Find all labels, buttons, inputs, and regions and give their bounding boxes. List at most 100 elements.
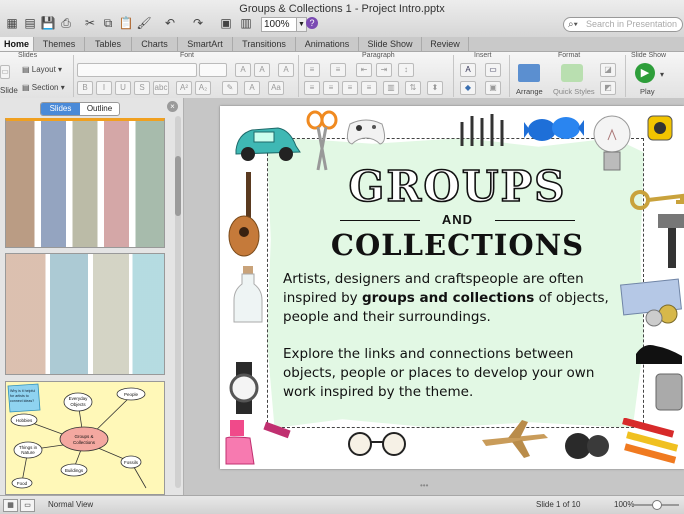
redo-icon[interactable]: ↷: [190, 16, 206, 30]
underline-icon[interactable]: U: [115, 81, 131, 95]
text-direction-icon[interactable]: ⇅: [405, 81, 421, 95]
fill-icon[interactable]: ◪: [600, 63, 616, 77]
tab-slide-show[interactable]: Slide Show: [359, 37, 422, 51]
text-box-icon[interactable]: A: [460, 63, 476, 77]
slide-thumbnail-2[interactable]: [5, 118, 165, 248]
line-icon[interactable]: ◩: [600, 81, 616, 95]
numbering-icon[interactable]: ≡: [330, 63, 346, 77]
pane-scrollbar[interactable]: [175, 116, 181, 488]
tab-charts[interactable]: Charts: [132, 37, 178, 51]
align-center-icon[interactable]: ≡: [323, 81, 339, 95]
toolbox-icon[interactable]: ▥: [238, 16, 254, 30]
slide-body-paragraph-2[interactable]: Explore the links and connections betwee…: [283, 345, 628, 402]
scissors-image: [306, 110, 338, 171]
mind-map-node: Everyday: [69, 396, 89, 401]
current-slide[interactable]: GROUPS AND COLLECTIONS Artists, designer…: [220, 106, 684, 469]
tab-themes[interactable]: Themes: [34, 37, 85, 51]
tab-smartart[interactable]: SmartArt: [178, 37, 233, 51]
slide-thumbnail-4[interactable]: Why is it helpful for artists to connect…: [5, 381, 165, 495]
align-right-icon[interactable]: ≡: [342, 81, 358, 95]
nail-polish-image: [225, 420, 291, 465]
collage-image: [6, 121, 164, 247]
media-insert-icon[interactable]: ▣: [485, 81, 501, 95]
line-spacing-icon[interactable]: ↕: [398, 63, 414, 77]
mind-map-node: People: [124, 392, 139, 397]
bold-icon[interactable]: B: [77, 81, 93, 95]
superscript-icon[interactable]: A²: [176, 81, 192, 95]
normal-view-icon[interactable]: ▦: [3, 499, 18, 512]
font-size-field[interactable]: [199, 63, 227, 77]
play-icon[interactable]: ▶: [635, 63, 655, 83]
new-slide-button[interactable]: ▭: [0, 65, 10, 79]
cut-icon[interactable]: ✂: [82, 16, 98, 30]
slide-navigator: Slides Outline × Why is it helpful for a…: [0, 98, 184, 495]
change-case-icon[interactable]: Aa: [268, 81, 284, 95]
slide-title-groups[interactable]: GROUPS: [325, 163, 590, 211]
clear-format-icon[interactable]: A: [278, 63, 294, 77]
play-label[interactable]: Play: [640, 87, 655, 96]
slide-sorter-icon[interactable]: ▭: [20, 499, 35, 512]
glass-bottle-image: [233, 266, 263, 323]
slide-label: Slide: [0, 86, 18, 95]
arrange-icon[interactable]: [518, 64, 540, 82]
wrapped-sweets-image: [524, 117, 584, 141]
shadow-icon[interactable]: S: [134, 81, 150, 95]
slide-title-collections[interactable]: COLLECTIONS: [320, 228, 595, 262]
print-icon[interactable]: ⎙: [58, 16, 74, 30]
font-color-icon[interactable]: A: [244, 81, 260, 95]
columns-icon[interactable]: ▥: [383, 81, 399, 95]
close-icon[interactable]: ×: [167, 101, 178, 112]
group-label-format: Format: [558, 52, 581, 59]
glasses-image: [348, 432, 406, 456]
tab-home[interactable]: Home: [0, 37, 34, 51]
tab-review[interactable]: Review: [422, 37, 469, 51]
picture-icon[interactable]: ▭: [485, 63, 501, 77]
resize-grip-icon[interactable]: •••: [420, 482, 460, 490]
mind-map-note-2: for artists to: [10, 394, 29, 398]
collage-image: [6, 254, 164, 374]
grow-font-icon[interactable]: A: [235, 63, 251, 77]
kitchen-utensils-image: [460, 114, 504, 146]
scrollbar-thumb[interactable]: [175, 156, 181, 216]
shrink-font-icon[interactable]: A: [254, 63, 270, 77]
tab-transitions[interactable]: Transitions: [233, 37, 296, 51]
strikethrough-icon[interactable]: abc: [153, 81, 169, 95]
save-icon[interactable]: 💾: [40, 16, 56, 30]
justify-icon[interactable]: ≡: [361, 81, 377, 95]
tab-outline[interactable]: Outline: [80, 103, 119, 115]
subscript-icon[interactable]: A₂: [195, 81, 211, 95]
gallery-icon[interactable]: ▤: [22, 16, 38, 30]
media-icon[interactable]: ▣: [218, 16, 234, 30]
bullets-icon[interactable]: ≡: [304, 63, 320, 77]
align-left-icon[interactable]: ≡: [304, 81, 320, 95]
indent-increase-icon[interactable]: ⇥: [376, 63, 392, 77]
font-name-field[interactable]: [77, 63, 197, 77]
shape-icon[interactable]: ◆: [460, 81, 476, 95]
italic-icon[interactable]: I: [96, 81, 112, 95]
zoom-field[interactable]: 100%: [261, 17, 299, 32]
layout-label: Layout: [31, 65, 56, 74]
help-icon[interactable]: ?: [306, 17, 318, 29]
slide-thumbnail-3[interactable]: [5, 253, 165, 375]
new-slide-icon[interactable]: ▦: [4, 16, 20, 30]
play-dropdown-icon[interactable]: ▾: [660, 70, 664, 79]
tab-animations[interactable]: Animations: [296, 37, 359, 51]
tab-slides[interactable]: Slides: [41, 103, 80, 115]
highlight-icon[interactable]: ✎: [222, 81, 238, 95]
undo-icon[interactable]: ↶: [162, 16, 178, 30]
search-input[interactable]: ⌕▾ Search in Presentation: [563, 17, 683, 32]
align-text-icon[interactable]: ⬍: [427, 81, 443, 95]
quick-styles-icon[interactable]: [561, 64, 583, 82]
slide-body-paragraph-1[interactable]: Artists, designers and craftspeople are …: [283, 270, 628, 327]
arrange-label[interactable]: Arrange: [516, 87, 543, 96]
copy-icon[interactable]: ⧉: [100, 16, 116, 30]
tab-tables[interactable]: Tables: [85, 37, 132, 51]
view-name: Normal View: [48, 500, 94, 509]
section-button[interactable]: ▤ Section ▾: [22, 83, 65, 92]
zoom-slider-thumb[interactable]: [652, 500, 662, 510]
layout-button[interactable]: ▤ Layout ▾: [22, 65, 62, 74]
paste-icon[interactable]: 📋: [118, 16, 134, 30]
indent-decrease-icon[interactable]: ⇤: [356, 63, 372, 77]
format-painter-icon[interactable]: 🖌: [136, 16, 152, 30]
quick-styles-label[interactable]: Quick Styles: [553, 87, 595, 96]
